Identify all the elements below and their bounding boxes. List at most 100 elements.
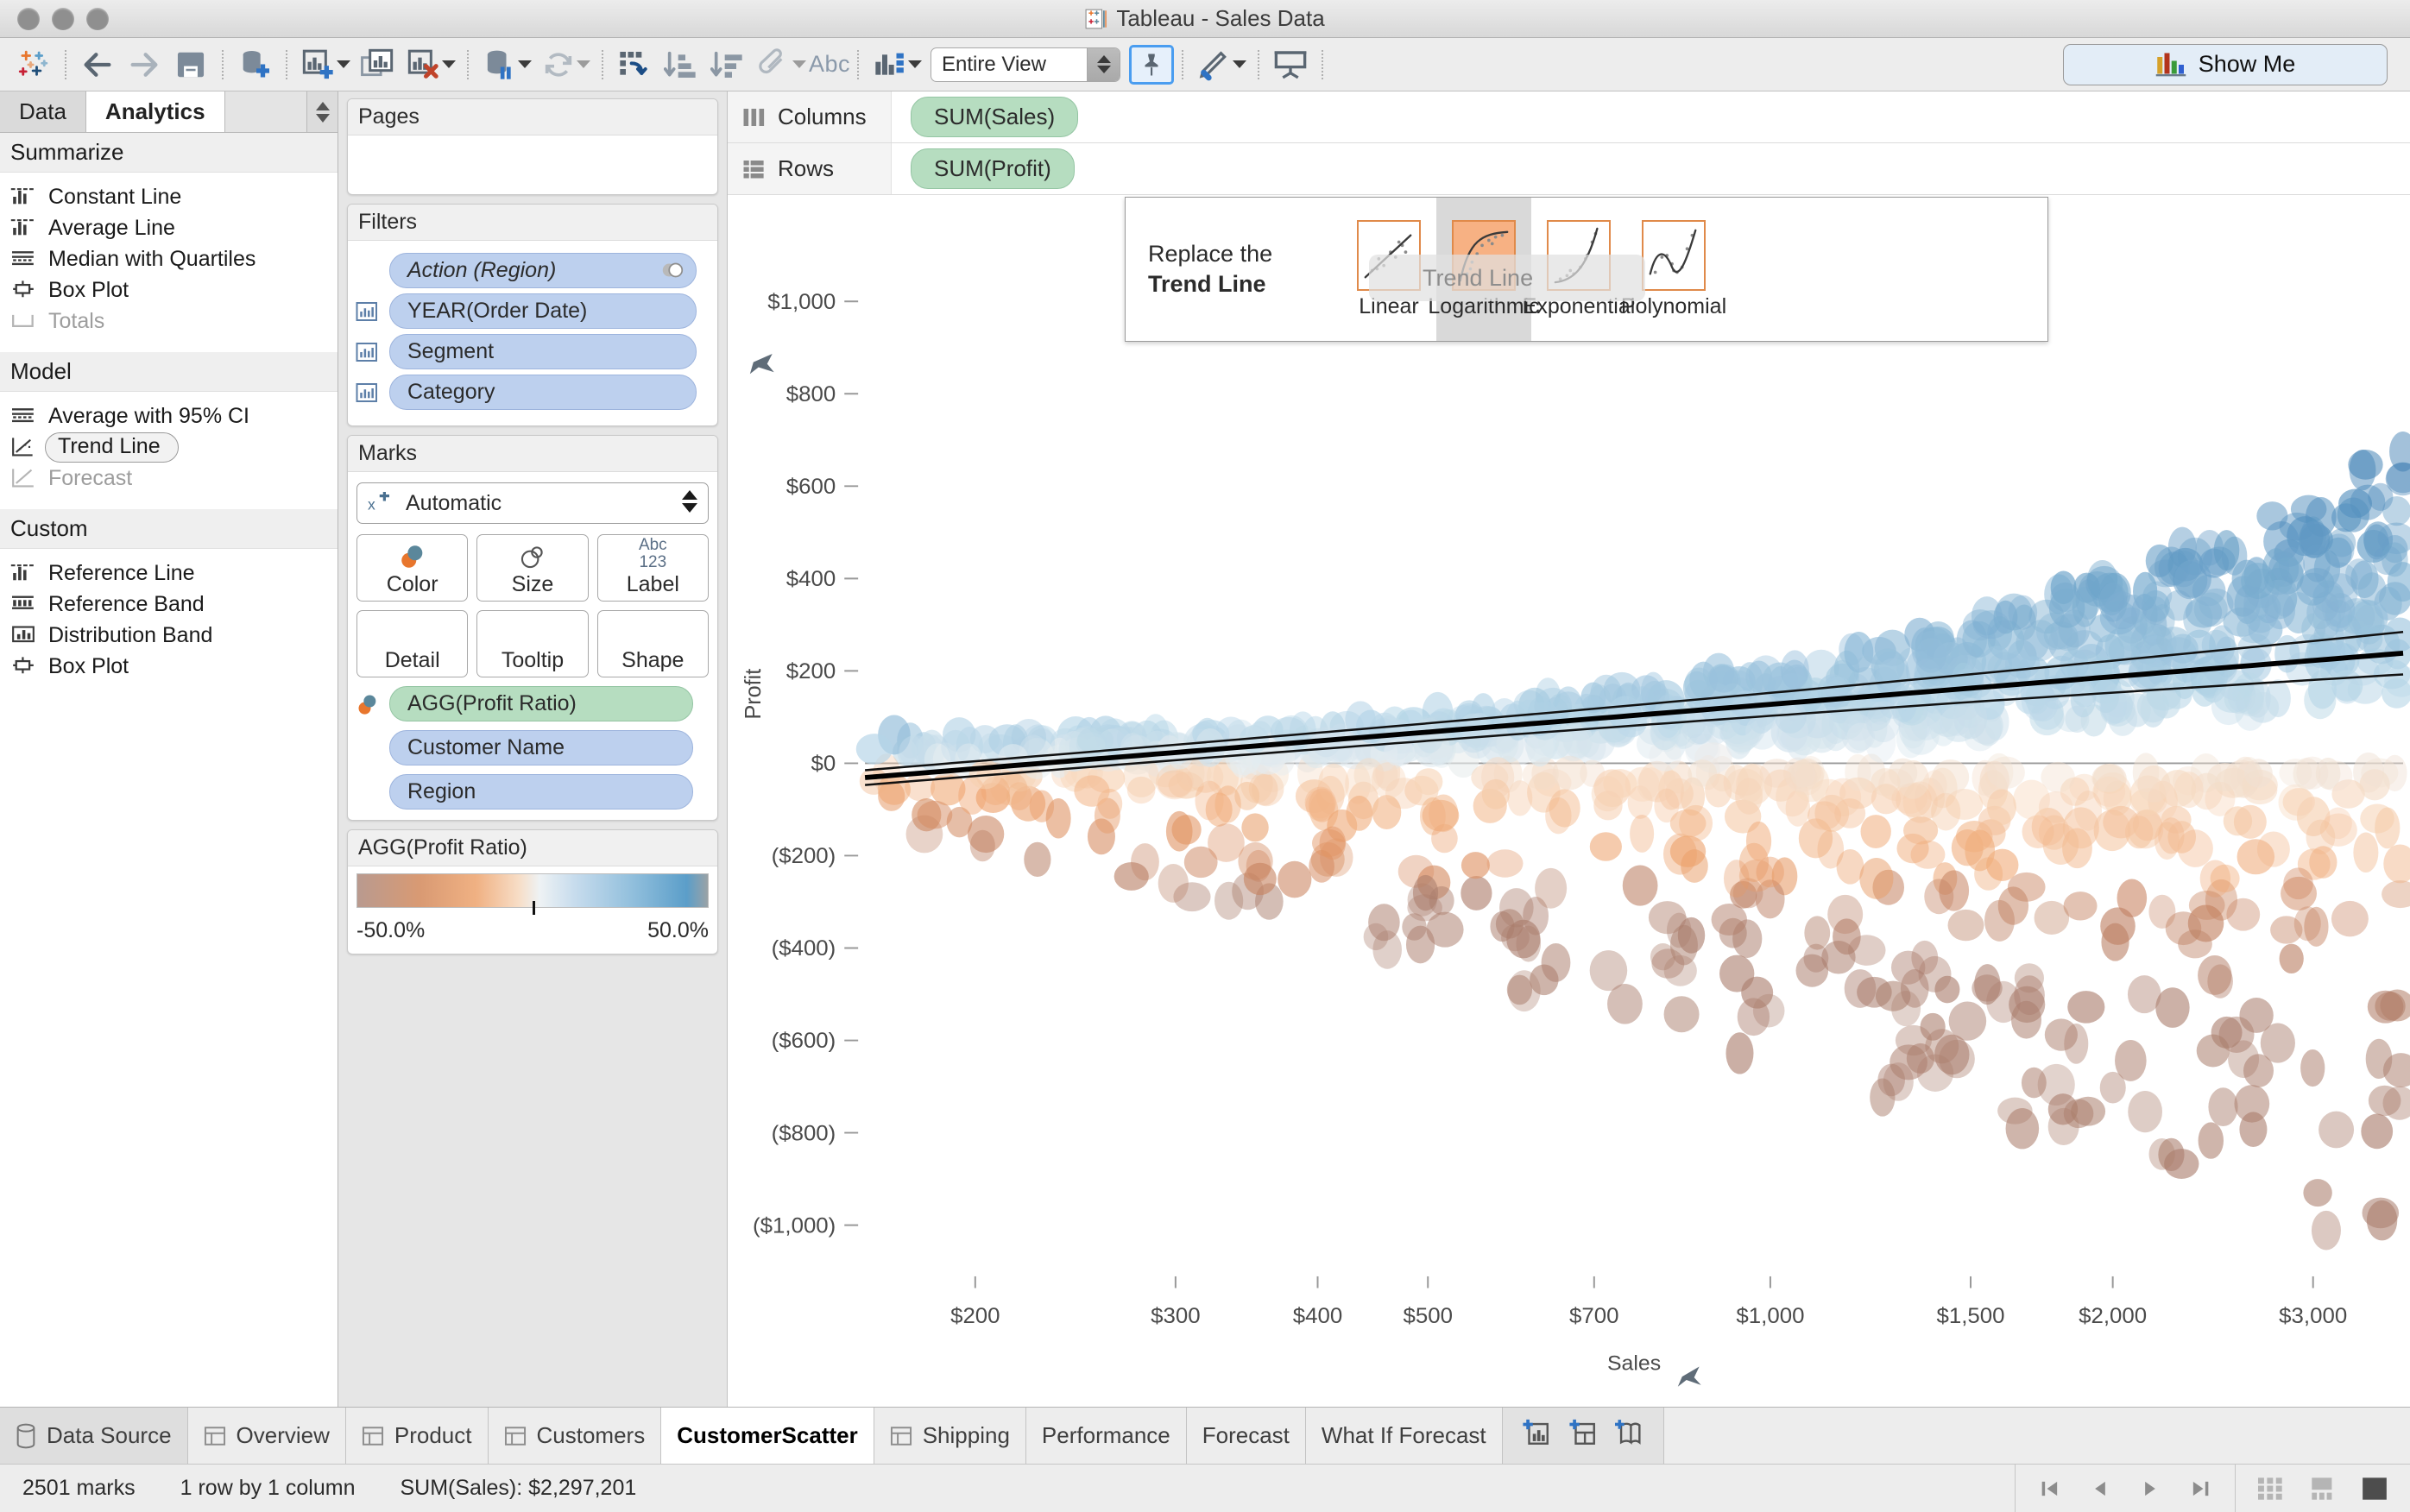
tab-analytics[interactable]: Analytics bbox=[85, 91, 225, 132]
trend-option-label: Exponential bbox=[1522, 293, 1636, 318]
marks-pill-row: Region bbox=[355, 774, 710, 810]
analytics-item-constant-line[interactable]: Constant Line bbox=[0, 181, 338, 212]
tab-label: Overview bbox=[236, 1422, 330, 1448]
pause-auto-update-icon[interactable] bbox=[476, 41, 523, 88]
marks-size-button[interactable]: Size bbox=[476, 534, 589, 602]
highlight-icon[interactable] bbox=[751, 41, 798, 88]
sort-ascending-icon[interactable] bbox=[658, 41, 704, 88]
filter-pill-label: Category bbox=[407, 380, 495, 404]
pane-resize-handle[interactable] bbox=[306, 91, 338, 132]
analytics-item-reference-band[interactable]: Reference Band bbox=[0, 589, 338, 620]
analytics-item-distribution-band[interactable]: Distribution Band bbox=[0, 620, 338, 651]
refresh-icon[interactable] bbox=[535, 41, 582, 88]
show-me-button[interactable]: Show Me bbox=[2063, 43, 2388, 85]
prev-page-icon[interactable] bbox=[2088, 1477, 2112, 1501]
tab-overview[interactable]: Overview bbox=[188, 1408, 346, 1464]
tab-product[interactable]: Product bbox=[346, 1408, 489, 1464]
trend-line-model-popup[interactable]: Replace the Trend Line Linear Logarithmi… bbox=[1125, 197, 2048, 342]
filter-pill-segment[interactable]: Segment bbox=[389, 334, 697, 369]
pill-sum-sales[interactable]: SUM(Sales) bbox=[911, 97, 1079, 137]
marks-shape-button[interactable]: Shape bbox=[596, 610, 709, 677]
list-view-icon[interactable] bbox=[2310, 1477, 2336, 1500]
columns-drop-zone[interactable]: SUM(Sales) bbox=[892, 97, 2410, 137]
fit-icon[interactable] bbox=[867, 41, 913, 88]
pages-drop-zone[interactable] bbox=[348, 135, 717, 194]
analytics-item-average-line[interactable]: Average Line bbox=[0, 212, 338, 243]
first-page-icon[interactable] bbox=[2038, 1477, 2062, 1501]
analytics-item-average-with-95-ci[interactable]: Average with 95% CI bbox=[0, 400, 338, 432]
grid-view-icon[interactable] bbox=[2258, 1477, 2284, 1500]
scatter-plot-svg[interactable]: $1,000 $800 $600 $400 $200 $0 ($200) ($400) ($60… bbox=[728, 195, 2410, 1407]
new-dashboard-icon[interactable] bbox=[1568, 1418, 1598, 1453]
new-worksheet-icon[interactable] bbox=[295, 41, 342, 88]
presentation-mode-icon[interactable] bbox=[1267, 41, 1314, 88]
marks-pill-agg-profit-ratio[interactable]: AGG(Profit Ratio) bbox=[389, 686, 693, 721]
rows-drop-zone[interactable]: SUM(Profit) bbox=[892, 148, 2410, 189]
trend-option-exponential[interactable]: Exponential bbox=[1523, 198, 1635, 341]
trend-option-label: Linear bbox=[1359, 293, 1419, 318]
analytics-pane: Data Analytics Summarize Constant Line A… bbox=[0, 91, 338, 1407]
tableau-home-icon[interactable] bbox=[10, 41, 57, 88]
save-icon[interactable] bbox=[167, 41, 214, 88]
pill-sum-profit[interactable]: SUM(Profit) bbox=[911, 148, 1075, 189]
action-filter-icon[interactable] bbox=[659, 259, 685, 281]
filter-pill-category[interactable]: Category bbox=[389, 375, 697, 410]
scatter-marks[interactable] bbox=[855, 432, 2410, 1251]
mark-type-stepper[interactable] bbox=[682, 490, 697, 513]
format-icon[interactable] bbox=[1191, 41, 1238, 88]
tab-data-source[interactable]: Data Source bbox=[0, 1408, 188, 1464]
duplicate-sheet-icon[interactable] bbox=[354, 41, 401, 88]
main-area: Data Analytics Summarize Constant Line A… bbox=[0, 91, 2410, 1407]
filter-pill-action-region[interactable]: Action (Region) bbox=[389, 253, 697, 288]
marks-detail-button[interactable]: Detail bbox=[356, 610, 469, 677]
fit-select[interactable]: Entire View bbox=[931, 47, 1120, 82]
swap-rows-columns-icon[interactable] bbox=[611, 41, 658, 88]
back-icon[interactable] bbox=[74, 41, 121, 88]
tab-shipping[interactable]: Shipping bbox=[874, 1408, 1026, 1464]
analytics-item-median-with-quartiles[interactable]: Median with Quartiles bbox=[0, 243, 338, 274]
marks-pill-region[interactable]: Region bbox=[389, 774, 693, 810]
filters-drop-zone[interactable]: Action (Region) YEAR(Order Date) Segment… bbox=[348, 241, 717, 425]
filter-pill-year-order-date[interactable]: YEAR(Order Date) bbox=[389, 293, 697, 329]
tab-what-if-forecast[interactable]: What If Forecast bbox=[1306, 1408, 1503, 1464]
clear-sheet-icon[interactable] bbox=[401, 41, 447, 88]
analytics-item-box-plot[interactable]: Box Plot bbox=[0, 651, 338, 682]
fit-stepper[interactable] bbox=[1087, 47, 1120, 81]
full-view-icon[interactable] bbox=[2362, 1477, 2388, 1500]
tab-data[interactable]: Data bbox=[0, 91, 86, 132]
new-worksheet-icon[interactable] bbox=[1522, 1418, 1551, 1453]
analytics-item-box-plot[interactable]: Box Plot bbox=[0, 274, 338, 306]
fix-axes-icon[interactable] bbox=[1129, 44, 1174, 85]
marks-tooltip-button[interactable]: Tooltip bbox=[476, 610, 589, 677]
svg-text:$700: $700 bbox=[1569, 1304, 1618, 1328]
forward-icon[interactable] bbox=[121, 41, 167, 88]
color-legend-card: AGG(Profit Ratio) -50.0% 50.0% bbox=[347, 829, 718, 954]
new-story-icon[interactable] bbox=[1614, 1418, 1644, 1453]
analytics-item-reference-line[interactable]: Reference Line bbox=[0, 558, 338, 589]
marks-label-button[interactable]: Abc 123 Label bbox=[596, 534, 709, 602]
svg-text:$300: $300 bbox=[1151, 1304, 1200, 1328]
color-gradient[interactable] bbox=[356, 873, 709, 915]
trend-option-linear[interactable]: Linear bbox=[1341, 198, 1436, 341]
tab-customerscatter[interactable]: CustomerScatter bbox=[661, 1408, 874, 1464]
marks-pill-customer-name[interactable]: Customer Name bbox=[389, 730, 693, 765]
sheet-tabs: Overview Product Customers CustomerScatte… bbox=[188, 1408, 1503, 1464]
marks-color-button[interactable]: Color bbox=[356, 534, 469, 602]
average-ci-icon bbox=[12, 408, 34, 423]
tab-forecast[interactable]: Forecast bbox=[1187, 1408, 1306, 1464]
mark-type-select[interactable]: x Automatic bbox=[356, 482, 709, 524]
analytics-item-trend-line[interactable]: Trend Line bbox=[0, 432, 338, 463]
trend-option-polynomial[interactable]: Polynomial bbox=[1621, 198, 1726, 341]
last-page-icon[interactable] bbox=[2188, 1477, 2212, 1501]
rows-label-text: Rows bbox=[778, 155, 835, 181]
analytics-item-forecast: Forecast bbox=[0, 463, 338, 494]
sort-descending-icon[interactable] bbox=[704, 41, 751, 88]
trend-option-logarithmic[interactable]: Logarithmic bbox=[1428, 198, 1540, 341]
tab-customers[interactable]: Customers bbox=[489, 1408, 662, 1464]
new-data-source-icon[interactable] bbox=[231, 41, 278, 88]
scatter-plot[interactable]: $1,000 $800 $600 $400 $200 $0 ($200) ($400) ($60… bbox=[728, 195, 2410, 1407]
forecast-icon bbox=[12, 469, 34, 488]
tab-performance[interactable]: Performance bbox=[1026, 1408, 1187, 1464]
next-page-icon[interactable] bbox=[2138, 1477, 2162, 1501]
labels-icon[interactable]: Abc bbox=[809, 41, 850, 88]
